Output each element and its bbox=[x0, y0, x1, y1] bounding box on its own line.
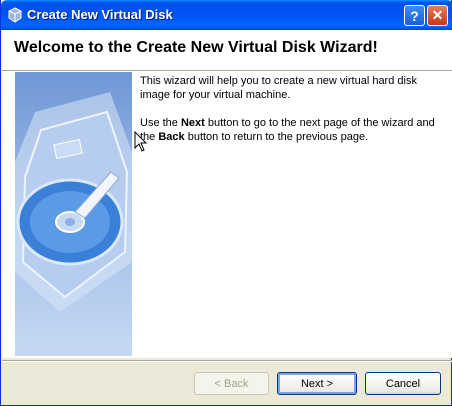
title-bar[interactable]: Create New Virtual Disk ? ✕ bbox=[1, 0, 452, 30]
intro-text: This wizard will help you to create a ne… bbox=[140, 75, 417, 101]
window-title: Create New Virtual Disk bbox=[27, 7, 173, 22]
hard-disk-illustration bbox=[15, 72, 132, 356]
close-button[interactable]: ✕ bbox=[427, 5, 448, 26]
help-button[interactable]: ? bbox=[404, 5, 425, 26]
mouse-cursor bbox=[134, 131, 148, 152]
wizard-header: Welcome to the Create New Virtual Disk W… bbox=[2, 30, 452, 70]
footer-divider bbox=[2, 360, 452, 362]
wizard-window: Create New Virtual Disk ? ✕ Welcome to t… bbox=[0, 0, 452, 406]
back-button[interactable]: < Back bbox=[194, 372, 269, 395]
next-keyword: Next bbox=[180, 117, 205, 129]
next-button[interactable]: Next > bbox=[277, 372, 357, 395]
navigation-help-text: Use the Next button to go to the next pa… bbox=[140, 117, 435, 143]
cancel-button[interactable]: Cancel bbox=[365, 372, 441, 395]
back-keyword: Back bbox=[158, 131, 185, 143]
page-title: Welcome to the Create New Virtual Disk W… bbox=[14, 39, 378, 56]
wizard-content: This wizard will help you to create a ne… bbox=[2, 72, 452, 358]
virtualbox-cube-icon bbox=[8, 7, 22, 23]
